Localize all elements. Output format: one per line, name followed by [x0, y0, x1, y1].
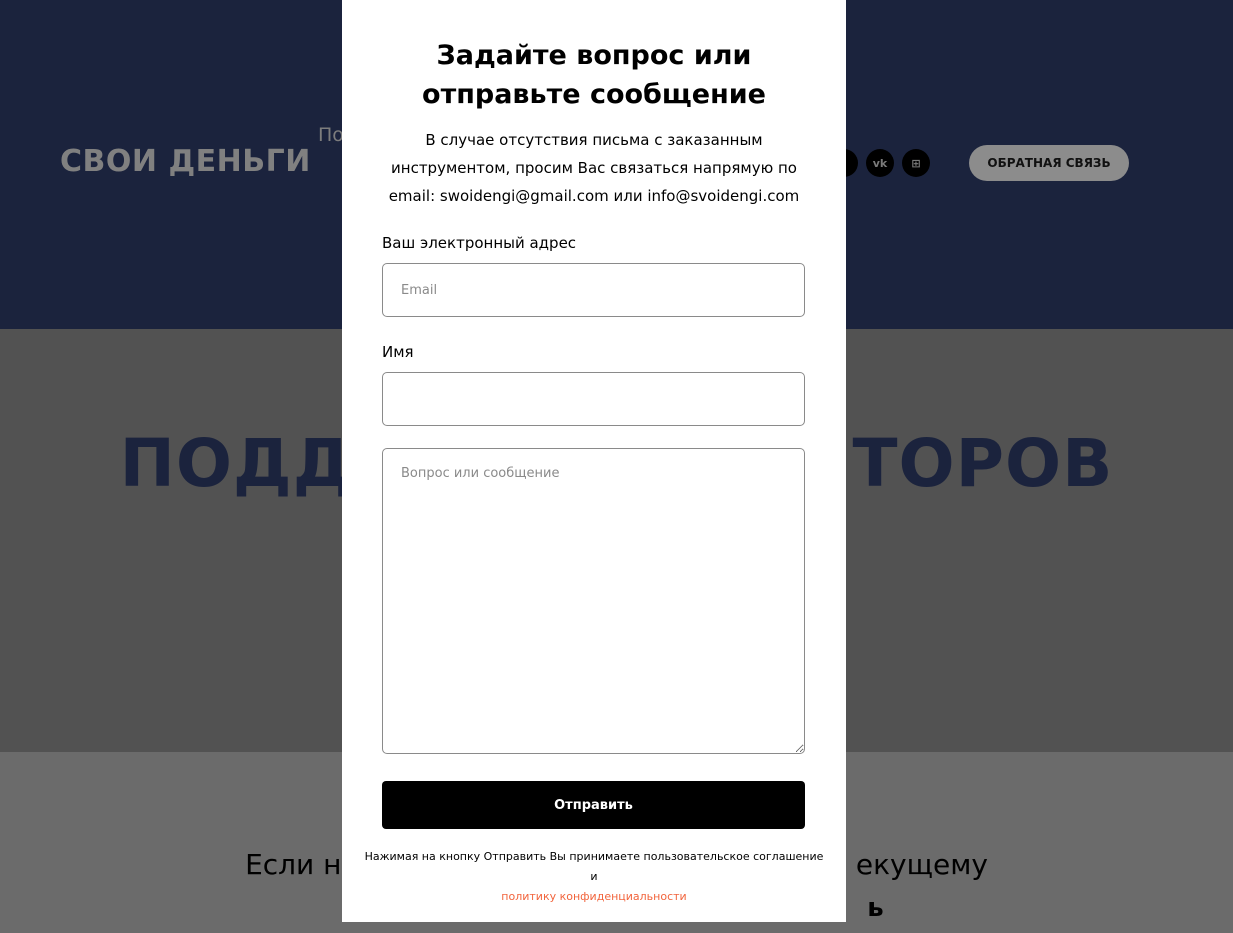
- agreement-text: Нажимая на кнопку Отправить Вы принимает…: [364, 850, 824, 883]
- hero-title-right: ТОРОВ: [852, 425, 1114, 502]
- lower-line2-right: ь: [867, 893, 884, 923]
- email-label: Ваш электронный адрес: [382, 234, 577, 252]
- lower-line1-right: екущему: [855, 848, 988, 881]
- message-field[interactable]: [382, 448, 805, 754]
- modal-description: В случае отсутствия письма с заказанным …: [388, 131, 800, 205]
- submit-button[interactable]: Отправить: [382, 781, 805, 829]
- plus-icon[interactable]: ⊞: [902, 149, 930, 177]
- name-field[interactable]: [382, 372, 805, 426]
- agreement-notice: Нажимая на кнопку Отправить Вы принимает…: [362, 847, 826, 907]
- contact-modal: Задайте вопрос или отправьте сообщение В…: [342, 0, 846, 922]
- name-label: Имя: [382, 343, 414, 361]
- hero-title-left: ПОДД: [119, 425, 353, 502]
- email-field[interactable]: [382, 263, 805, 317]
- privacy-policy-link[interactable]: политику конфиденциальности: [362, 887, 826, 907]
- nav-item[interactable]: По: [318, 124, 344, 146]
- site-logo[interactable]: СВОИ ДЕНЬГИ: [60, 144, 311, 179]
- feedback-button[interactable]: ОБРАТНАЯ СВЯЗЬ: [969, 145, 1129, 181]
- vk-icon[interactable]: vk: [866, 149, 894, 177]
- modal-title: Задайте вопрос или отправьте сообщение: [422, 40, 766, 110]
